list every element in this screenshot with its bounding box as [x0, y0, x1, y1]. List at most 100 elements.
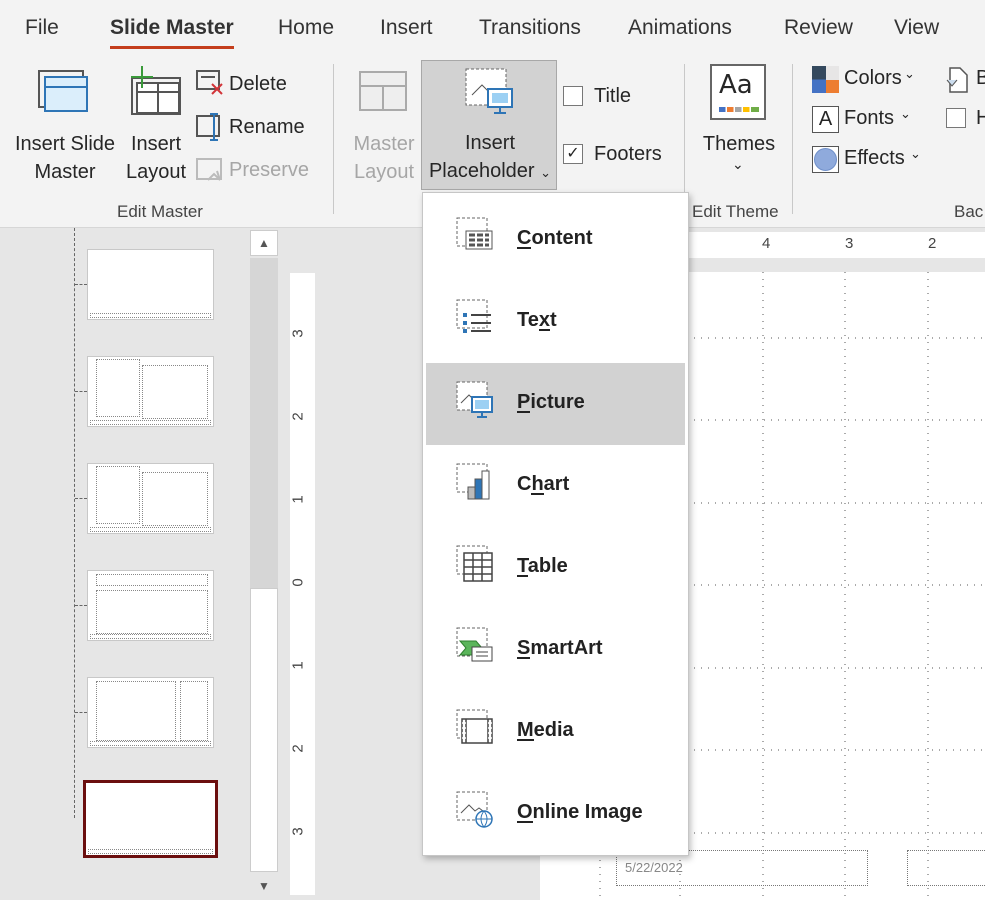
- access-key-underline: [517, 821, 533, 823]
- delete-icon: [196, 70, 223, 95]
- preserve-pin-icon: [196, 158, 222, 181]
- themes-label: Themes: [702, 133, 776, 155]
- ruler-label: 3: [289, 329, 307, 338]
- tab-animations[interactable]: Animations: [628, 16, 732, 40]
- scrollbar-track[interactable]: [250, 258, 278, 588]
- hide-background-label: H: [976, 107, 985, 129]
- ruler-label: 1: [289, 661, 307, 670]
- access-key-underline: [517, 657, 531, 659]
- menu-item-text[interactable]: Text: [426, 281, 685, 363]
- ruler-label: 3: [845, 235, 854, 252]
- divider: [792, 64, 793, 214]
- slide-thumbnail-pane: [0, 228, 250, 900]
- layout-thumbnail[interactable]: [87, 249, 214, 320]
- title-label: Title: [594, 85, 632, 107]
- rename-label: Rename: [229, 116, 305, 138]
- content-placeholder-icon: [456, 217, 493, 250]
- colors-icon: [812, 66, 839, 93]
- insert-layout-icon: [131, 66, 181, 115]
- date-text: 5/22/2022: [625, 860, 683, 875]
- chevron-down-icon: ⌄: [900, 106, 911, 121]
- tab-transitions[interactable]: Transitions: [479, 16, 581, 40]
- background-styles-icon: [946, 67, 968, 93]
- check-icon[interactable]: ✓: [563, 144, 583, 164]
- ruler-label: 1: [289, 495, 307, 504]
- menu-item-content[interactable]: Content: [426, 199, 685, 281]
- effects-label: Effects: [844, 147, 905, 169]
- tab-review[interactable]: Review: [784, 16, 853, 40]
- label: Master: [353, 133, 415, 155]
- label: Master: [34, 161, 96, 183]
- group-label-background: Bac: [954, 202, 984, 221]
- tab-file[interactable]: File: [25, 16, 59, 40]
- slide-master-icon: [38, 70, 88, 112]
- table-placeholder-icon: [456, 545, 493, 582]
- tab-slide-master[interactable]: Slide Master: [110, 16, 234, 49]
- menu-item-label: Text: [517, 309, 557, 331]
- layout-thumbnail[interactable]: [87, 570, 214, 641]
- menu-item-smartart[interactable]: SmartArt: [426, 609, 685, 691]
- insert-slide-master-button[interactable]: Insert Slide Master: [10, 66, 120, 186]
- master-layout-button[interactable]: Master Layout: [348, 66, 420, 186]
- vertical-ruler: 3 2 1 0 1 2 3: [290, 273, 315, 895]
- label: Insert Slide: [14, 133, 116, 155]
- access-key-underline: [517, 247, 532, 249]
- tab-home[interactable]: Home: [278, 16, 334, 40]
- delete-label: Delete: [229, 73, 287, 95]
- thumbnail-tree-line: [74, 228, 75, 818]
- divider: [333, 64, 334, 214]
- ruler-label: 3: [289, 827, 307, 836]
- chevron-down-icon: ⌄: [910, 146, 921, 161]
- rename-icon: [196, 113, 220, 141]
- checkbox-box[interactable]: [946, 108, 966, 128]
- selected-layout-thumbnail[interactable]: [83, 780, 218, 858]
- tab-insert[interactable]: Insert: [380, 16, 433, 40]
- media-placeholder-icon: [456, 709, 493, 744]
- themes-icon: Aa: [710, 64, 766, 120]
- access-key-underline: [517, 411, 531, 413]
- text-placeholder-icon: [456, 299, 491, 333]
- layout-thumbnail[interactable]: [87, 356, 214, 427]
- ruler-label: 4: [762, 235, 771, 252]
- ruler-label: 0: [289, 578, 307, 587]
- menu-item-media[interactable]: Media: [426, 691, 685, 773]
- master-layout-icon: [359, 71, 407, 111]
- picture-placeholder-icon: [465, 68, 513, 114]
- group-label-edit-theme: Edit Theme: [692, 202, 779, 221]
- menu-item-online-image[interactable]: Online Image: [426, 773, 685, 855]
- insert-placeholder-button[interactable]: Insert Placeholder ⌄: [421, 60, 557, 190]
- tab-view[interactable]: View: [894, 16, 939, 40]
- access-key-underline: [531, 493, 544, 495]
- label: Layout: [125, 161, 187, 183]
- layout-thumbnail[interactable]: [87, 463, 214, 534]
- checkbox-box[interactable]: [563, 86, 583, 106]
- thumbnail-scrollbar[interactable]: ▲ ▼: [250, 228, 278, 900]
- chevron-down-icon: ⌄: [904, 66, 915, 81]
- scrollbar-thumb[interactable]: [250, 588, 278, 872]
- label: Layout: [353, 161, 415, 183]
- menu-item-table[interactable]: Table: [426, 527, 685, 609]
- layout-thumbnail[interactable]: [87, 677, 214, 748]
- fonts-label: Fonts: [844, 107, 895, 129]
- chevron-down-icon: ⌄: [732, 156, 744, 172]
- label: Placeholder: [428, 160, 535, 182]
- group-label-edit-master: Edit Master: [117, 202, 203, 221]
- menu-item-picture[interactable]: Picture: [426, 363, 685, 445]
- label: Insert: [130, 133, 182, 155]
- access-key-underline: [517, 575, 528, 577]
- menu-item-label: Online Image: [517, 801, 643, 823]
- insert-placeholder-dropdown: Content Text Picture Chart Table SmartArt Medi…: [422, 192, 689, 856]
- menu-item-chart[interactable]: Chart: [426, 445, 685, 527]
- ruler-label: 2: [289, 744, 307, 753]
- chart-placeholder-icon: [456, 463, 490, 500]
- insert-layout-button[interactable]: Insert Layout: [122, 66, 190, 186]
- scroll-down-icon[interactable]: ▼: [250, 874, 278, 900]
- themes-button[interactable]: Aa Themes ⌄: [698, 64, 780, 184]
- access-key-underline: [517, 739, 534, 741]
- picture-placeholder-icon: [456, 381, 493, 418]
- access-key-underline: [538, 329, 550, 331]
- chevron-down-icon: ⌄: [540, 165, 552, 180]
- effects-icon: [812, 146, 839, 173]
- footer-placeholder[interactable]: [907, 850, 985, 886]
- scroll-up-icon[interactable]: ▲: [250, 230, 278, 256]
